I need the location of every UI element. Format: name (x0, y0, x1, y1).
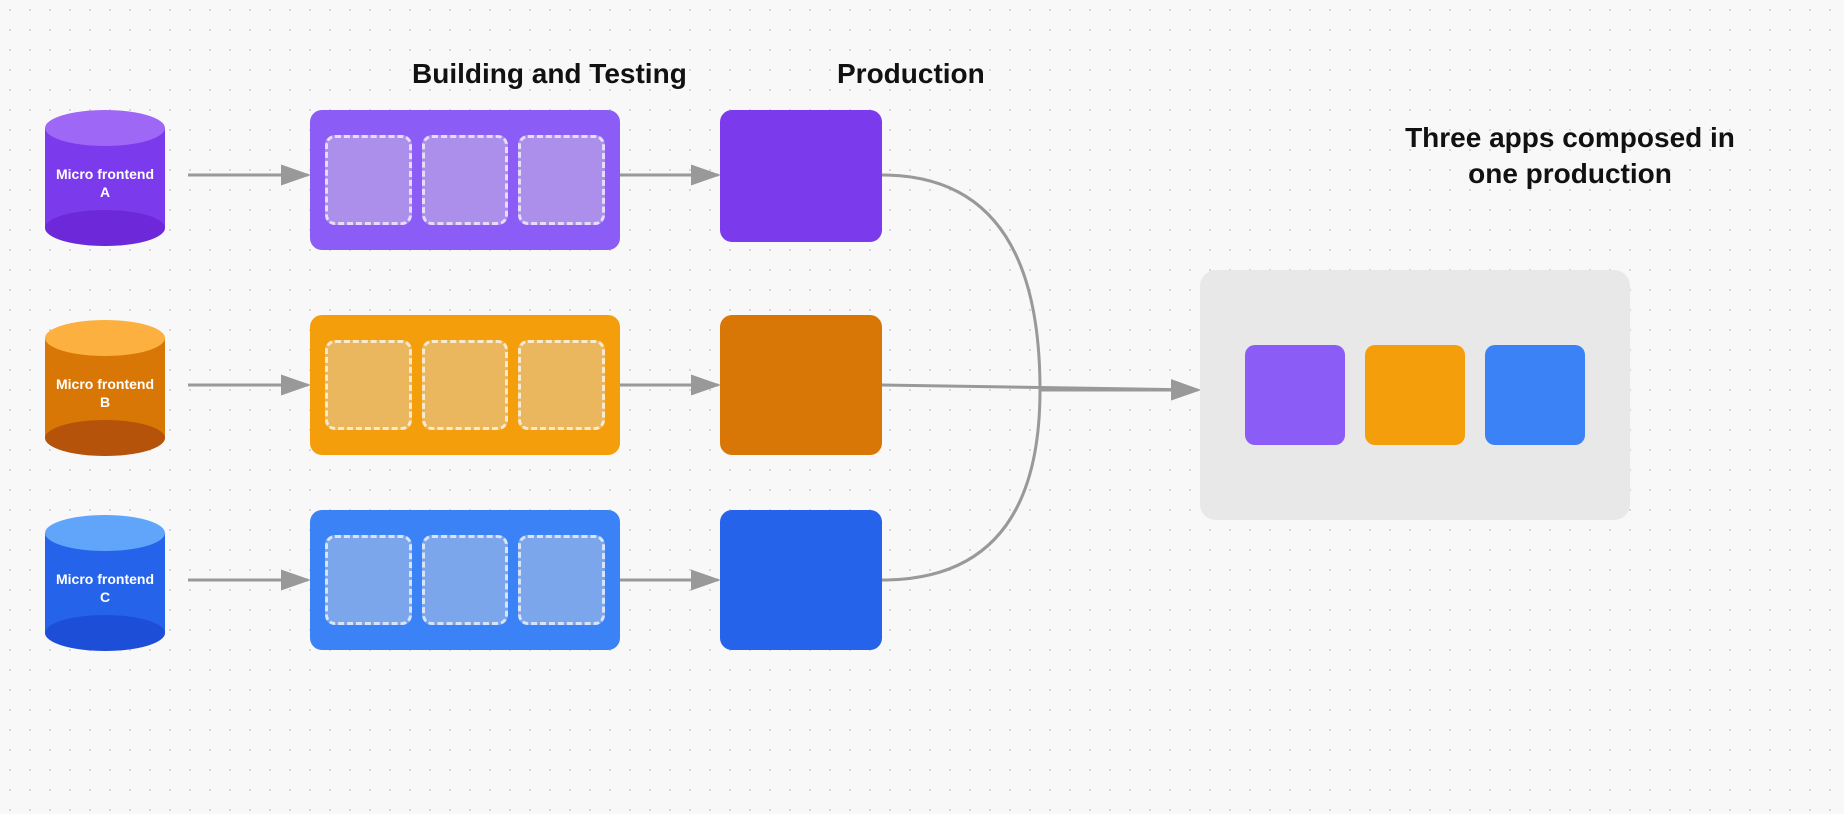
build-inner-b3 (518, 340, 605, 430)
build-inner-c1 (325, 535, 412, 625)
composed-panel (1200, 270, 1630, 520)
prod-box-a (720, 110, 882, 242)
build-inner-a3 (518, 135, 605, 225)
build-inner-b2 (422, 340, 509, 430)
composed-mini-b (1365, 345, 1465, 445)
cylinder-b: Micro frontendB (45, 320, 165, 456)
build-inner-c3 (518, 535, 605, 625)
production-label: Production (837, 58, 985, 90)
building-testing-label: Building and Testing (412, 58, 687, 90)
composed-mini-a (1245, 345, 1345, 445)
prod-box-c (720, 510, 882, 650)
build-box-c (310, 510, 620, 650)
prod-box-b (720, 315, 882, 455)
build-box-b (310, 315, 620, 455)
build-inner-b1 (325, 340, 412, 430)
build-box-a (310, 110, 620, 250)
build-inner-c2 (422, 535, 509, 625)
cylinder-c: Micro frontendC (45, 515, 165, 651)
build-inner-a2 (422, 135, 509, 225)
build-inner-a1 (325, 135, 412, 225)
diagram-container: Building and Testing Production Three ap… (0, 0, 1844, 814)
cylinder-a: Micro frontendA (45, 110, 165, 246)
composed-label: Three apps composed in one production (1380, 120, 1760, 193)
composed-mini-c (1485, 345, 1585, 445)
